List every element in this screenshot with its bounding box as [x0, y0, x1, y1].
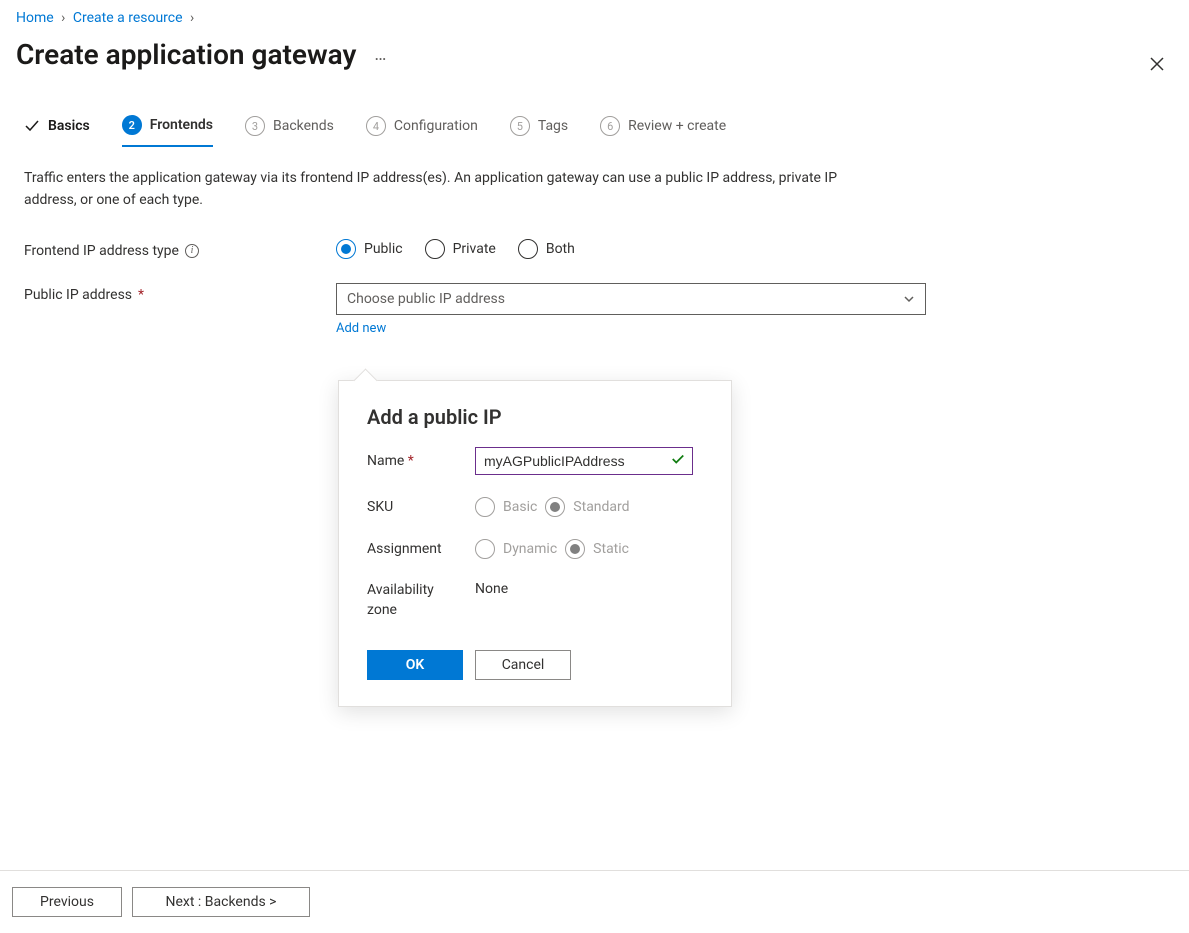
tab-label: Review + create: [628, 118, 726, 134]
radio-both[interactable]: Both: [518, 239, 575, 259]
radio-sku-basic: Basic: [475, 497, 537, 517]
wizard-footer: Previous Next : Backends >: [0, 870, 1189, 933]
radio-label: Static: [593, 541, 629, 557]
ok-button[interactable]: OK: [367, 650, 463, 680]
radio-public[interactable]: Public: [336, 239, 403, 259]
radio-label: Standard: [573, 499, 629, 515]
close-button[interactable]: [1149, 56, 1165, 76]
section-description: Traffic enters the application gateway v…: [0, 148, 900, 215]
radio-icon: [545, 497, 565, 517]
radio-assign-dynamic: Dynamic: [475, 539, 557, 559]
tab-basics[interactable]: Basics: [24, 115, 90, 147]
radio-label: Private: [453, 241, 496, 257]
next-button[interactable]: Next : Backends >: [132, 887, 310, 917]
breadcrumb-create-resource[interactable]: Create a resource: [73, 10, 183, 26]
public-ip-label: Public IP address *: [24, 283, 336, 303]
radio-icon: [475, 539, 495, 559]
radio-label: Public: [364, 241, 403, 257]
chevron-right-icon: ›: [61, 10, 65, 26]
az-label: Availability zone: [367, 581, 467, 620]
radio-icon: [336, 239, 356, 259]
step-badge: 3: [245, 116, 265, 136]
name-input[interactable]: [475, 447, 693, 475]
breadcrumb: Home › Create a resource ›: [0, 0, 1189, 30]
name-label: Name *: [367, 453, 467, 469]
tab-frontends[interactable]: 2 Frontends: [122, 115, 213, 147]
tab-label: Frontends: [150, 117, 213, 133]
cancel-button[interactable]: Cancel: [475, 650, 571, 680]
tab-tags[interactable]: 5 Tags: [510, 115, 568, 147]
radio-private[interactable]: Private: [425, 239, 496, 259]
radio-icon: [425, 239, 445, 259]
radio-sku-standard: Standard: [545, 497, 629, 517]
label-text: Public IP address: [24, 287, 132, 303]
breadcrumb-home[interactable]: Home: [16, 10, 54, 26]
radio-icon: [518, 239, 538, 259]
tab-label: Tags: [538, 118, 568, 134]
radio-icon: [565, 539, 585, 559]
check-icon: [671, 452, 685, 470]
chevron-right-icon: ›: [190, 10, 194, 26]
tab-label: Backends: [273, 118, 334, 134]
dropdown-placeholder: Choose public IP address: [347, 291, 505, 307]
more-actions-button[interactable]: …: [374, 44, 387, 65]
step-badge: 5: [510, 116, 530, 136]
tab-review[interactable]: 6 Review + create: [600, 115, 726, 147]
step-badge: 6: [600, 116, 620, 136]
ip-type-label: Frontend IP address type i: [24, 239, 336, 259]
required-indicator: *: [138, 287, 144, 303]
radio-label: Both: [546, 241, 575, 257]
tab-label: Basics: [48, 118, 90, 134]
tab-backends[interactable]: 3 Backends: [245, 115, 334, 147]
assignment-label: Assignment: [367, 541, 467, 557]
radio-assign-static: Static: [565, 539, 629, 559]
step-badge: 2: [122, 115, 142, 135]
required-indicator: *: [408, 453, 414, 469]
info-icon[interactable]: i: [185, 244, 199, 258]
radio-label: Basic: [503, 499, 537, 515]
ip-type-radio-group: Public Private Both: [336, 239, 575, 259]
add-new-link[interactable]: Add new: [336, 321, 926, 336]
previous-button[interactable]: Previous: [12, 887, 122, 917]
add-public-ip-callout: Add a public IP Name * SKU Basic Standar…: [338, 380, 732, 707]
callout-title: Add a public IP: [367, 405, 703, 429]
radio-label: Dynamic: [503, 541, 557, 557]
az-value: None: [475, 581, 508, 597]
check-icon: [24, 118, 40, 134]
label-text: Name: [367, 453, 404, 469]
close-icon: [1149, 56, 1165, 72]
sku-label: SKU: [367, 499, 467, 515]
wizard-tabs: Basics 2 Frontends 3 Backends 4 Configur…: [0, 95, 1189, 148]
tab-label: Configuration: [394, 118, 478, 134]
tab-configuration[interactable]: 4 Configuration: [366, 115, 478, 147]
public-ip-dropdown[interactable]: Choose public IP address: [336, 283, 926, 315]
label-text: Frontend IP address type: [24, 243, 179, 259]
radio-icon: [475, 497, 495, 517]
page-title: Create application gateway: [16, 38, 356, 71]
step-badge: 4: [366, 116, 386, 136]
chevron-down-icon: [903, 293, 915, 305]
